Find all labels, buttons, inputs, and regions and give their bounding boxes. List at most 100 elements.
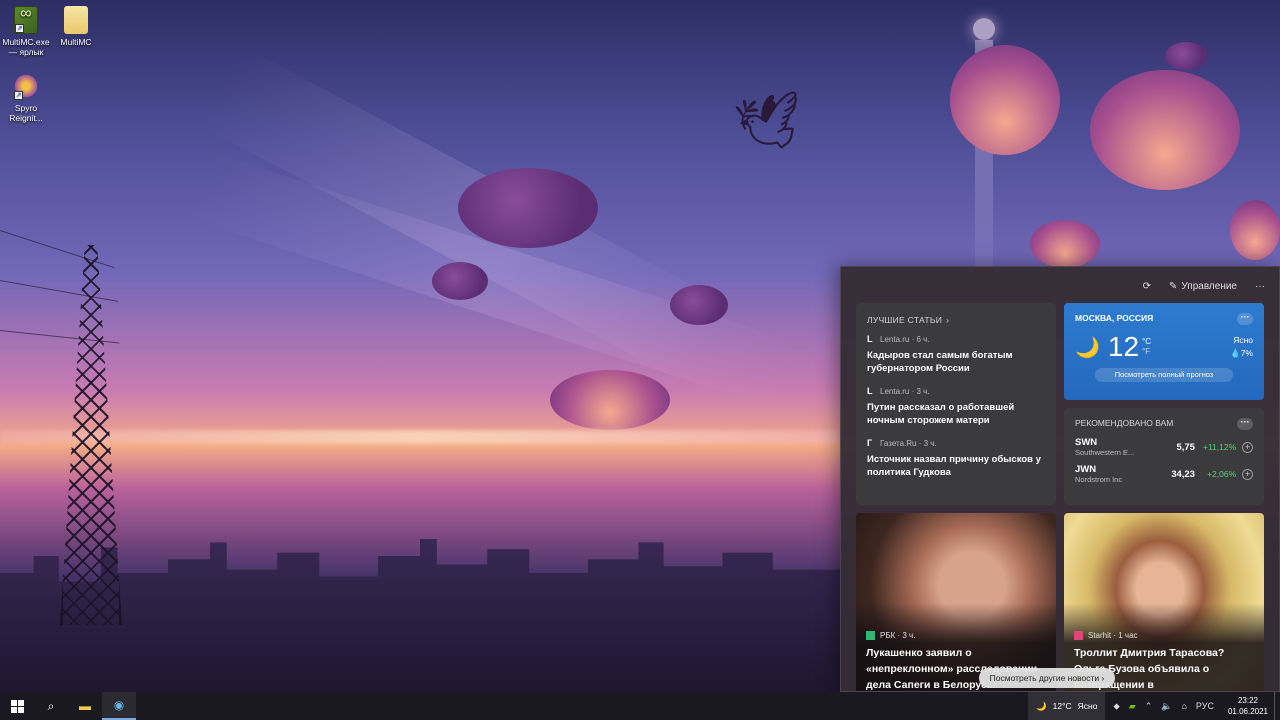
tray-app-icon[interactable]: ⬥ xyxy=(1113,701,1119,712)
source-logo: L xyxy=(867,334,873,344)
stock-row[interactable]: JWN Nordstrom Inc 34,23 +2,06% + xyxy=(1075,464,1253,484)
article-source: Lenta.ru · 3 ч. xyxy=(880,386,930,396)
more-news-button[interactable]: Посмотреть другие новости › xyxy=(979,668,1115,688)
cloud xyxy=(1090,70,1240,190)
source-logo: L xyxy=(867,386,873,396)
volume-icon[interactable]: 🔈 xyxy=(1161,701,1172,712)
clock-date: 01.06.2021 xyxy=(1227,707,1268,716)
unit-celsius-toggle[interactable]: °C xyxy=(1142,337,1151,346)
article-source: Starhit · 1 час xyxy=(1088,631,1138,640)
globe-icon: ◉ xyxy=(113,698,125,712)
more-options-button[interactable]: ··· xyxy=(1255,281,1265,292)
stocks-title: РЕКОМЕНДОВАНО ВАМ xyxy=(1075,418,1174,428)
source-logo xyxy=(1074,631,1083,640)
precipitation: 💧7% xyxy=(1230,348,1253,358)
article-source: РБК · 3 ч. xyxy=(880,631,916,640)
top-stories-header[interactable]: ЛУЧШИЕ СТАТЬИ › xyxy=(867,315,1045,325)
stock-company: Southwestern E... xyxy=(1075,448,1135,457)
source-logo: Г xyxy=(867,438,873,448)
shortcut-arrow-icon: ↗ xyxy=(15,24,24,33)
stock-symbol: SWN xyxy=(1075,437,1098,448)
cloud xyxy=(950,45,1060,155)
weather-location: МОСКВА, РОССИЯ xyxy=(1075,313,1154,323)
taskbar: ⌕ ▬ ◉ 🌙 12°C Ясно ⬥ ▰ ⌃ 🔈 ⌂ РУС 23:22 01… xyxy=(0,692,1280,720)
weather-more-button[interactable]: ··· xyxy=(1237,313,1253,325)
photo-news-card[interactable]: РБК · 3 ч. Лукашенко заявил о «непреклон… xyxy=(856,513,1056,691)
stocks-card: РЕКОМЕНДОВАНО ВАМ ··· SWN Southwestern E… xyxy=(1064,408,1264,505)
stock-row[interactable]: SWN Southwestern E... 5,75 +11,12% + xyxy=(1075,437,1253,457)
add-stock-icon[interactable]: + xyxy=(1242,468,1253,480)
article-item[interactable]: L Lenta.ru · 6 ч. Кадыров стал самым бога… xyxy=(867,334,1045,375)
top-stories-card: ЛУЧШИЕ СТАТЬИ › L Lenta.ru · 6 ч. Кадыров… xyxy=(856,303,1056,505)
cloud xyxy=(432,262,488,300)
stock-price: 5,75 xyxy=(1176,441,1195,453)
moon xyxy=(973,18,995,40)
article-source: Lenta.ru · 6 ч. xyxy=(880,334,930,344)
moon-icon: 🌙 xyxy=(1036,700,1047,711)
photo-news-card[interactable]: Starhit · 1 час Троллит Дмитрия Тарасова… xyxy=(1064,513,1264,691)
desktop-icon-label: MultiMC xyxy=(60,37,92,47)
taskbar-condition: Ясно xyxy=(1077,701,1098,711)
system-tray: ⬥ ▰ ⌃ 🔈 ⌂ РУС xyxy=(1105,701,1221,712)
horizon-glow xyxy=(0,430,840,444)
add-stock-icon[interactable]: + xyxy=(1242,441,1253,453)
stock-company: Nordstrom Inc xyxy=(1075,475,1123,484)
search-icon: ⌕ xyxy=(47,698,55,713)
bird: 🕊 xyxy=(731,88,808,158)
file-explorer-button[interactable]: ▬ xyxy=(68,692,102,720)
full-forecast-button[interactable]: Посмотреть полный прогноз xyxy=(1095,368,1233,382)
article-headline: Путин рассказал о работавшей ночным стор… xyxy=(867,402,1015,426)
article-source: Газета.Ru · 3 ч. xyxy=(880,438,937,448)
nvidia-icon[interactable]: ▰ xyxy=(1129,701,1136,712)
multimc-icon: ↗ xyxy=(14,6,38,34)
cloud xyxy=(670,285,728,325)
unit-fahrenheit-toggle[interactable]: °F xyxy=(1142,347,1150,356)
taskbar-weather-button[interactable]: 🌙 12°C Ясно xyxy=(1028,692,1106,720)
show-desktop-button[interactable] xyxy=(1274,692,1280,720)
refresh-button[interactable]: ⟳ xyxy=(1143,281,1151,292)
stocks-more-button[interactable]: ··· xyxy=(1237,418,1253,430)
weather-card[interactable]: МОСКВА, РОССИЯ ··· 🌙 12 °C °F Ясно 💧7% П… xyxy=(1064,303,1264,400)
tray-overflow-icon[interactable]: ⌃ xyxy=(1145,701,1153,712)
weather-condition: Ясно xyxy=(1233,335,1253,345)
article-item[interactable]: Г Газета.Ru · 3 ч. Источник назвал причин… xyxy=(867,438,1045,479)
article-headline: Источник назвал причину обысков у полити… xyxy=(867,454,1041,478)
cloud xyxy=(458,168,598,248)
desktop-icon-multimc-shortcut[interactable]: ↗ MultiMC.exe — ярлык xyxy=(0,6,52,57)
weather-temperature: 12 xyxy=(1107,331,1140,362)
start-button[interactable] xyxy=(0,692,34,720)
article-item[interactable]: L Lenta.ru · 3 ч. Путин рассказал о работ… xyxy=(867,386,1045,427)
stock-change: +2,06% xyxy=(1207,469,1237,479)
network-icon[interactable]: ⌂ xyxy=(1181,701,1186,711)
shortcut-arrow-icon: ↗ xyxy=(14,91,23,100)
panel-toolbar: ⟳ ✎ Управление ··· xyxy=(841,267,1279,305)
desktop-icon-multimc-folder[interactable]: MultiMC xyxy=(50,6,102,47)
spyro-icon: ↗ xyxy=(14,72,38,100)
cloud xyxy=(1030,220,1100,268)
news-interests-panel: ⟳ ✎ Управление ··· ЛУЧШИЕ СТАТЬИ › L Lenta… xyxy=(840,266,1280,692)
desktop-icon-label: MultiMC.exe — ярлык xyxy=(2,37,50,57)
desktop-icon-label: Spyro Reignit... xyxy=(9,103,43,123)
folder-icon xyxy=(64,6,88,34)
desktop-icon-spyro[interactable]: ↗ Spyro Reignit... xyxy=(0,72,52,123)
pencil-icon: ✎ xyxy=(1169,280,1178,292)
chevron-right-icon: › xyxy=(946,315,950,325)
article-headline: Кадыров стал самым богатым губернатором … xyxy=(867,350,1013,374)
search-button[interactable]: ⌕ xyxy=(34,692,68,720)
folder-icon: ▬ xyxy=(79,699,91,713)
stock-change: +11,12% xyxy=(1203,442,1237,452)
clock-time: 23:22 xyxy=(1237,696,1258,705)
clock[interactable]: 23:22 01.06.2021 xyxy=(1222,695,1274,717)
source-logo xyxy=(866,631,875,640)
stock-symbol: JWN xyxy=(1075,464,1097,475)
browser-button[interactable]: ◉ xyxy=(102,692,136,720)
windows-icon xyxy=(10,699,24,713)
manage-button[interactable]: ✎ Управление xyxy=(1169,281,1237,292)
language-indicator[interactable]: РУС xyxy=(1196,701,1214,711)
stock-price: 34,23 xyxy=(1171,468,1195,480)
manage-label: Управление xyxy=(1181,280,1237,292)
cloud xyxy=(550,370,670,430)
taskbar-temperature: 12°C xyxy=(1052,701,1072,711)
moon-icon: 🌙 xyxy=(1075,336,1100,359)
cloud xyxy=(1230,200,1280,260)
